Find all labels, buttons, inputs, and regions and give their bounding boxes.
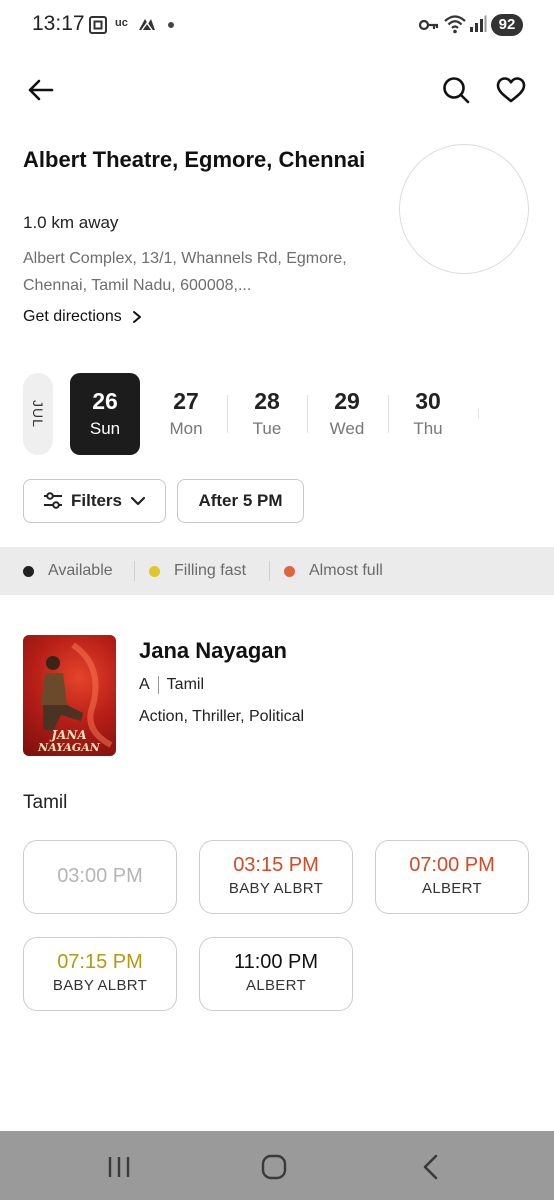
movie-poster[interactable]: JANA NAYAGAN (23, 635, 116, 756)
date-divider (478, 409, 479, 419)
date-number: 28 (254, 388, 280, 414)
showtime-0700pm[interactable]: 07:00 PM ALBERT (375, 840, 529, 914)
almost-full-dot-icon (284, 565, 295, 577)
date-item-27[interactable]: 27 Mon (151, 373, 221, 455)
date-day: Sun (89, 419, 121, 438)
theatre-address: Albert Complex, 13/1, Whannels Rd, Egmor… (23, 250, 347, 294)
theatre-name: Albert Theatre, Egmore, Chennai (23, 147, 366, 172)
date-day: Thu (413, 419, 443, 438)
showtime-time: 03:00 PM (57, 865, 143, 887)
theatre-distance: 1.0 km away (23, 213, 119, 232)
date-divider (227, 395, 228, 433)
legend-almost-full-label: Almost full (309, 562, 383, 579)
showtime-0315pm[interactable]: 03:15 PM BABY ALBRT (199, 840, 353, 914)
back-arrow-icon (28, 79, 54, 101)
recent-apps-button[interactable] (97, 1145, 141, 1189)
heart-icon (496, 77, 526, 103)
movie-genres: Action, Thriller, Political (139, 708, 305, 725)
chevron-right-icon (132, 311, 141, 323)
meta-divider (157, 676, 159, 694)
favourite-button[interactable] (491, 70, 531, 110)
screenshot-icon (88, 14, 108, 41)
date-day: Tue (252, 419, 282, 438)
showtime-time: 07:15 PM (57, 951, 143, 973)
date-number: 30 (415, 388, 441, 414)
movie-rating: A (139, 676, 150, 693)
home-button[interactable] (252, 1145, 296, 1189)
date-item-30[interactable]: 30 Thu (393, 373, 463, 455)
search-icon (443, 77, 470, 104)
showtime-0300pm[interactable]: 03:00 PM (23, 840, 177, 914)
month-text: JUL (30, 400, 46, 428)
signal-icon (469, 15, 487, 38)
system-nav-bar (0, 1131, 554, 1200)
legend-divider (269, 561, 270, 581)
showtime-screen: ALBERT (422, 880, 482, 897)
showtime-time: 03:15 PM (233, 854, 319, 876)
movie-title[interactable]: Jana Nayagan (139, 638, 287, 664)
date-item-26[interactable]: 26 Sun (70, 373, 140, 455)
date-number: 26 (92, 388, 118, 414)
showtime-time: 11:00 PM (233, 951, 319, 973)
filling-fast-dot-icon (149, 565, 160, 577)
filters-button[interactable]: Filters (23, 479, 166, 523)
available-dot-icon (23, 565, 34, 577)
notification-dot-icon (168, 22, 174, 28)
key-icon (418, 16, 440, 39)
status-bar: 13:17 uc 92 (0, 0, 554, 52)
showtime-1100pm[interactable]: 11:00 PM ALBERT (199, 937, 353, 1011)
legend-filling-fast-label: Filling fast (174, 562, 247, 579)
app-logo-icon (136, 14, 158, 41)
date-divider (307, 395, 308, 433)
date-number: 27 (173, 388, 199, 414)
theatre-logo-placeholder (399, 144, 529, 274)
chevron-down-icon (130, 496, 146, 506)
status-time: 13:17 (32, 12, 85, 35)
get-directions-link[interactable]: Get directions (23, 308, 142, 326)
legend-filling-fast: Filling fast (149, 547, 246, 595)
showtime-language-label: Tamil (23, 792, 68, 813)
after-5pm-filter[interactable]: After 5 PM (177, 479, 304, 523)
search-button[interactable] (436, 70, 476, 110)
system-back-button[interactable] (408, 1145, 452, 1189)
date-number: 29 (334, 388, 360, 414)
movie-language: Tamil (166, 676, 205, 693)
get-directions-label: Get directions (23, 308, 122, 325)
battery-indicator: 92 (491, 14, 523, 36)
showtime-0715pm[interactable]: 07:15 PM BABY ALBRT (23, 937, 177, 1011)
availability-legend: Available Filling fast Almost full (0, 547, 554, 595)
filters-label: Filters (70, 491, 123, 510)
date-item-29[interactable]: 29 Wed (312, 373, 382, 455)
legend-available: Available (23, 547, 113, 595)
legend-available-label: Available (48, 562, 113, 579)
poster-title-line2: NAYAGAN (37, 741, 101, 754)
back-button[interactable] (20, 70, 60, 110)
date-day: Mon (169, 419, 203, 438)
legend-almost-full: Almost full (284, 547, 383, 595)
recent-apps-icon (108, 1157, 130, 1177)
date-item-28[interactable]: 28 Tue (232, 373, 302, 455)
sliders-icon (43, 492, 62, 509)
showtime-screen: BABY ALBRT (52, 977, 148, 994)
wifi-icon (443, 13, 467, 40)
showtime-screen: ALBERT (246, 977, 306, 994)
legend-divider (134, 561, 135, 581)
date-day: Wed (329, 419, 365, 438)
back-icon (423, 1154, 438, 1180)
home-icon (261, 1154, 287, 1180)
showtime-screen: BABY ALBRT (228, 880, 324, 897)
uc-badge: uc (115, 17, 128, 29)
date-divider (388, 395, 389, 433)
movie-meta: A Tamil (139, 676, 204, 694)
month-label: JUL (23, 373, 53, 455)
after-5pm-label: After 5 PM (198, 491, 283, 510)
poster-figure-icon: JANA NAYAGAN (37, 642, 113, 754)
poster-title-line1: JANA (49, 728, 86, 742)
showtime-time: 07:00 PM (409, 854, 495, 876)
